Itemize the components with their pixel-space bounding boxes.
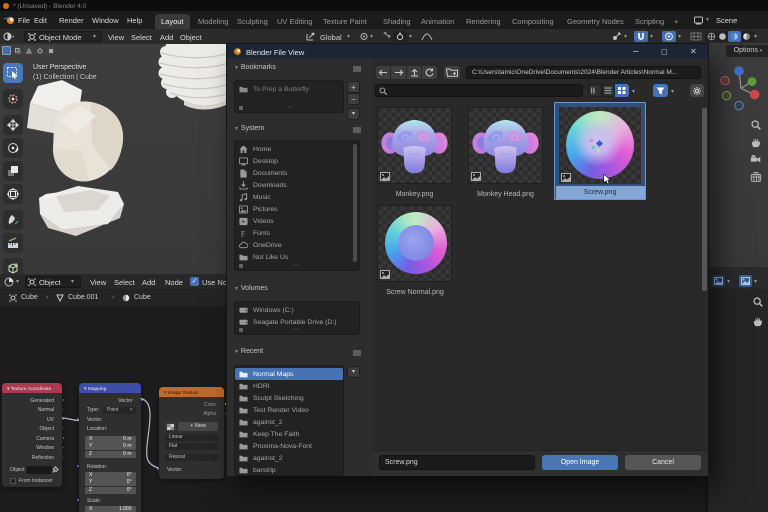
svg-text:F: F — [241, 229, 246, 237]
